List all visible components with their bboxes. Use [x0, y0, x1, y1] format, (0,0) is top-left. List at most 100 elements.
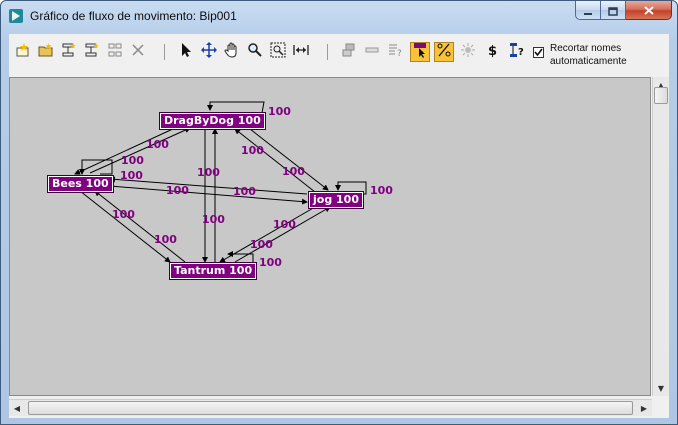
add-transition-icon — [61, 42, 77, 62]
close-button[interactable] — [626, 1, 672, 20]
svg-text:?: ? — [397, 49, 402, 58]
edge-weight-label: 100 — [146, 138, 169, 151]
scrollbar-corner — [652, 399, 669, 416]
zoom-region-icon — [270, 42, 286, 62]
edge-weight-label: 100 — [112, 208, 135, 221]
auto-trim-names-label-line1: Recortar nomes — [550, 43, 622, 54]
edge-weight-label: 100 — [120, 169, 143, 182]
percent-button[interactable] — [434, 42, 454, 62]
edge-weight-label: 100 — [202, 213, 225, 226]
edge-weight-label: 100 — [250, 238, 273, 251]
window-title: Gráfico de fluxo de movimento: Bip001 — [30, 9, 237, 23]
edge-weight-label: 100 — [259, 256, 282, 269]
edge-weight-label: 100 — [197, 166, 220, 179]
vertical-scrollbar[interactable]: ▲ ▼ — [652, 77, 669, 396]
cost-button[interactable]: $ — [483, 42, 503, 62]
show-selected-icon — [412, 42, 428, 62]
create-clip-button[interactable] — [13, 42, 33, 62]
zoom-button[interactable] — [245, 42, 265, 62]
clip-node-jog[interactable]: jog 100 — [308, 191, 364, 209]
svg-text:?: ? — [518, 47, 524, 58]
pan-hand-icon — [224, 42, 240, 62]
edge-weight-label: 100 — [282, 165, 305, 178]
edge-bees-tantrum[interactable] — [79, 190, 171, 263]
svg-text:$: $ — [488, 44, 497, 58]
fit-horizontal-icon — [293, 42, 309, 62]
add-transition-button[interactable] — [59, 42, 79, 62]
edge-jog-dragbydog[interactable] — [234, 128, 316, 193]
delete-icon — [130, 42, 146, 62]
create-clip-icon — [15, 42, 31, 62]
close-icon — [643, 1, 655, 20]
edge-dragbydog-jog[interactable] — [249, 128, 329, 191]
clip-properties-icon — [364, 42, 380, 62]
flow-info-icon: ? — [508, 42, 524, 62]
select-all-button[interactable] — [105, 42, 125, 62]
edge-dragbydog-bees[interactable] — [74, 127, 176, 175]
auto-trim-names-label-line2: automaticamente — [550, 56, 627, 67]
zoom-icon — [247, 42, 263, 62]
edge-bees-jog[interactable] — [109, 185, 308, 205]
edge-tantrum-jog[interactable] — [234, 206, 331, 263]
clip-properties-button[interactable] — [362, 42, 382, 62]
percent-icon — [436, 42, 452, 62]
edge-weight-label: 100 — [273, 218, 296, 231]
clip-node-tantrum[interactable]: Tantrum 100 — [168, 262, 258, 280]
edge-weight-label: 100 — [268, 105, 291, 118]
edge-jog-tantrum[interactable] — [219, 206, 316, 263]
motion-flow-window: Gráfico de fluxo de movimento: Bip001 ? … — [0, 0, 678, 425]
edge-weight-label: 100 — [121, 154, 144, 167]
optimize-button[interactable]: ? — [385, 42, 405, 62]
remove-transition-button[interactable] — [82, 42, 102, 62]
minimize-icon — [583, 1, 593, 20]
select-icon — [178, 42, 194, 62]
auto-trim-names-checkbox[interactable] — [533, 47, 544, 58]
toolbar-separator — [327, 44, 328, 60]
maximize-icon — [608, 1, 618, 20]
move-button[interactable] — [199, 42, 219, 62]
show-selected-button[interactable] — [410, 42, 430, 62]
minimize-button[interactable] — [575, 1, 601, 20]
edge-weight-label: 100 — [241, 144, 264, 157]
edge-weight-label: 100 — [154, 233, 177, 246]
scroll-right-arrow-icon[interactable]: ▶ — [636, 400, 652, 416]
title-bar[interactable]: Gráfico de fluxo de movimento: Bip001 — [1, 1, 677, 31]
horizontal-scrollbar[interactable]: ◀ ▶ — [9, 399, 652, 416]
edge-weight-label: 100 — [233, 185, 256, 198]
optimize-icon: ? — [387, 42, 403, 62]
maximize-button[interactable] — [601, 1, 626, 20]
remove-transition-icon — [84, 42, 100, 62]
cost-icon: $ — [485, 42, 501, 62]
clip-node-dragbydog[interactable]: DragByDog 100 — [159, 112, 266, 130]
scroll-down-arrow-icon[interactable]: ▼ — [653, 380, 669, 396]
edge-bees-self[interactable] — [79, 159, 113, 175]
edge-tantrum-bees[interactable] — [94, 190, 186, 263]
animated-start-button[interactable] — [458, 42, 478, 62]
transition-edges — [74, 101, 367, 271]
scroll-left-arrow-icon[interactable]: ◀ — [9, 400, 25, 416]
animated-start-icon — [460, 42, 476, 62]
select-all-icon — [107, 42, 123, 62]
flow-info-button[interactable]: ? — [506, 42, 526, 62]
create-random-motion-button[interactable] — [339, 42, 359, 62]
select-button[interactable] — [176, 42, 196, 62]
zoom-region-button[interactable] — [268, 42, 288, 62]
open-file-button[interactable] — [36, 42, 56, 62]
create-random-motion-icon — [341, 42, 357, 62]
move-icon — [201, 42, 217, 62]
auto-trim-names-label: Recortar nomes automaticamente — [550, 42, 627, 68]
checkmark-icon — [534, 48, 543, 57]
edge-dragbydog-self[interactable] — [207, 101, 265, 114]
fit-horizontal-button[interactable] — [291, 42, 311, 62]
toolbar-separator — [164, 44, 165, 60]
vertical-scroll-thumb[interactable] — [654, 87, 668, 104]
edge-weight-label: 100 — [166, 184, 189, 197]
horizontal-scroll-thumb[interactable] — [28, 401, 633, 415]
clip-node-bees[interactable]: Bees 100 — [47, 175, 114, 193]
open-file-icon — [38, 42, 54, 62]
toolbar: ? $ ? Recortar nomes automaticamente — [9, 34, 669, 74]
delete-button[interactable] — [128, 42, 148, 62]
pan-button[interactable] — [222, 42, 242, 62]
motion-flow-canvas[interactable]: DragByDog 100 Bees 100 jog 100 Tantrum 1… — [9, 77, 651, 396]
app-icon — [8, 8, 24, 24]
